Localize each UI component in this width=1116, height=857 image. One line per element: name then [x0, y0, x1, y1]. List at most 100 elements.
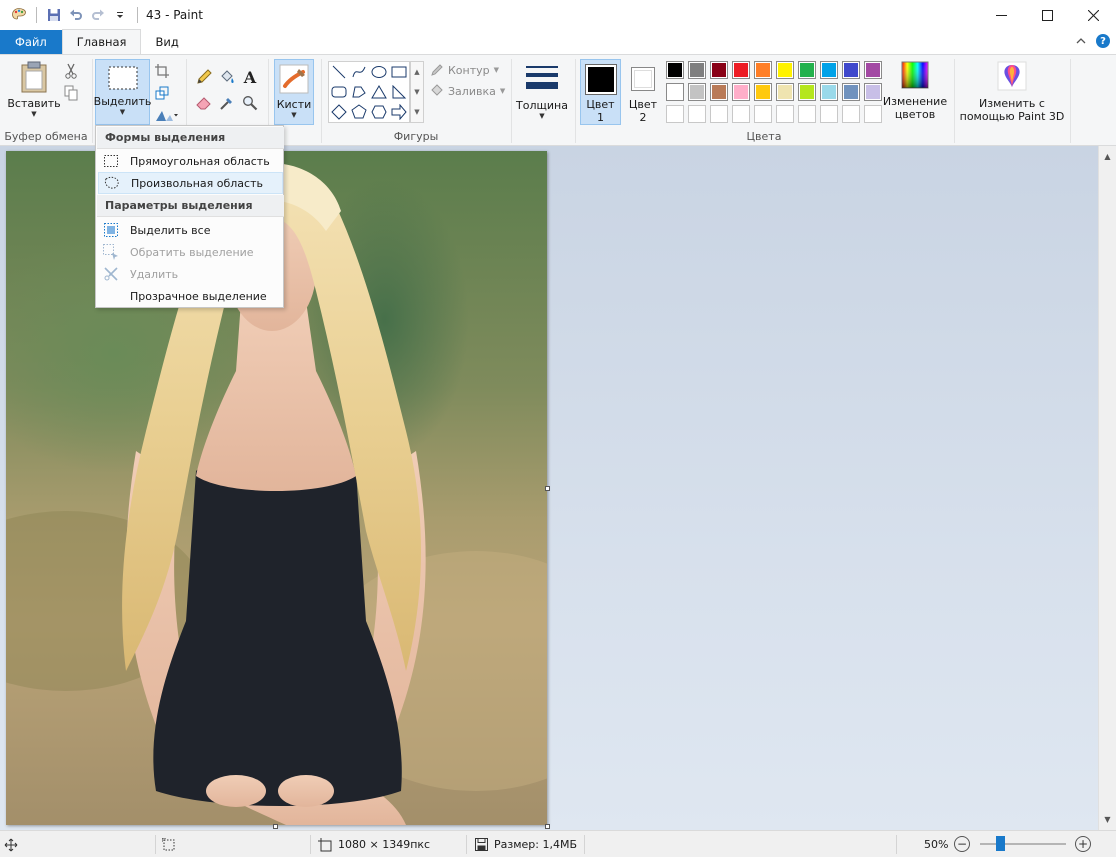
scroll-up-arrow-icon[interactable]: ▲ — [1099, 148, 1116, 165]
palette-swatch[interactable] — [688, 61, 706, 79]
paste-button[interactable]: Вставить ▼ — [6, 61, 62, 125]
arrow-shape-icon[interactable] — [389, 102, 409, 122]
color2-number: 2 — [639, 111, 647, 124]
palette-custom-slot[interactable] — [842, 105, 860, 123]
resize-handle-right[interactable] — [545, 486, 550, 491]
menu-item-rect-selection[interactable]: Прямоугольная область — [98, 150, 283, 172]
zoom-out-button[interactable]: − — [954, 836, 970, 852]
primary-color-fill — [587, 67, 614, 92]
rectangle-shape-icon[interactable] — [389, 62, 409, 82]
tab-home[interactable]: Главная — [61, 29, 142, 54]
vertical-scrollbar[interactable]: ▲ ▼ — [1098, 146, 1116, 830]
triangle-shape-icon[interactable] — [369, 82, 389, 102]
fill-button[interactable]: Заливка ▼ — [430, 84, 505, 98]
palette-custom-slot[interactable] — [666, 105, 684, 123]
customize-qa-icon[interactable] — [109, 4, 131, 26]
palette-custom-slot[interactable] — [820, 105, 838, 123]
palette-swatch[interactable] — [864, 61, 882, 79]
palette-custom-slot[interactable] — [688, 105, 706, 123]
tab-file[interactable]: Файл — [0, 30, 62, 54]
crop-icon[interactable] — [152, 61, 172, 81]
palette-swatch[interactable] — [798, 83, 816, 101]
palette-custom-slot[interactable] — [710, 105, 728, 123]
copy-icon[interactable] — [61, 83, 81, 103]
color1-button[interactable]: Цвет 1 — [580, 59, 621, 125]
palette-swatch[interactable] — [842, 61, 860, 79]
text-tool-icon[interactable]: A — [240, 67, 260, 87]
select-button[interactable]: Выделить ▼ — [94, 59, 151, 125]
palette-swatch[interactable] — [688, 83, 706, 101]
palette-swatch[interactable] — [732, 83, 750, 101]
menu-item-transparent-selection[interactable]: Прозрачное выделение — [98, 285, 283, 307]
brushes-button[interactable]: Кисти ▼ — [274, 59, 314, 125]
palette-swatch[interactable] — [710, 83, 728, 101]
hexagon-shape-icon[interactable] — [369, 102, 389, 122]
resize-icon[interactable] — [152, 83, 172, 103]
redo-icon[interactable] — [87, 4, 109, 26]
palette-swatch[interactable] — [754, 61, 772, 79]
rotate-icon[interactable] — [152, 105, 180, 125]
zoom-slider-track[interactable] — [980, 843, 1066, 845]
save-icon[interactable] — [43, 4, 65, 26]
curve-shape-icon[interactable] — [349, 62, 369, 82]
oval-shape-icon[interactable] — [369, 62, 389, 82]
polygon-shape-icon[interactable] — [349, 82, 369, 102]
magnifier-icon[interactable] — [240, 93, 260, 113]
tab-view[interactable]: Вид — [141, 30, 192, 54]
palette-custom-slot[interactable] — [798, 105, 816, 123]
palette-swatch[interactable] — [666, 61, 684, 79]
shapes-gallery-scroll[interactable]: ▲ ▼ ▼ — [410, 61, 424, 123]
help-icon[interactable]: ? — [1096, 34, 1110, 48]
zoom-in-button[interactable]: + — [1075, 836, 1091, 852]
scroll-up-icon[interactable]: ▲ — [414, 68, 419, 76]
color2-button[interactable]: Цвет 2 — [624, 59, 662, 125]
palette-custom-slot[interactable] — [776, 105, 794, 123]
scroll-down-arrow-icon[interactable]: ▼ — [1099, 811, 1116, 828]
right-triangle-shape-icon[interactable] — [389, 82, 409, 102]
palette-swatch[interactable] — [776, 83, 794, 101]
paint-app-icon[interactable] — [8, 4, 30, 26]
palette-swatch[interactable] — [798, 61, 816, 79]
line-shape-icon[interactable] — [329, 62, 349, 82]
palette-custom-slot[interactable] — [732, 105, 750, 123]
resize-handle-corner[interactable] — [545, 824, 550, 829]
palette-swatch[interactable] — [842, 83, 860, 101]
palette-swatch[interactable] — [864, 83, 882, 101]
palette-swatch[interactable] — [666, 83, 684, 101]
menu-item-invert-selection[interactable]: Обратить выделение — [98, 241, 283, 263]
palette-custom-slot[interactable] — [864, 105, 882, 123]
palette-swatch[interactable] — [732, 61, 750, 79]
palette-swatch[interactable] — [754, 83, 772, 101]
menu-item-delete-selection[interactable]: Удалить — [98, 263, 283, 285]
brushes-caret-icon: ▼ — [291, 111, 297, 119]
fill-bucket-icon[interactable] — [217, 67, 237, 87]
palette-swatch[interactable] — [710, 61, 728, 79]
color-picker-icon[interactable] — [217, 93, 237, 113]
size-button[interactable]: Толщина ▼ — [514, 61, 570, 125]
palette-swatch[interactable] — [776, 61, 794, 79]
rounded-rect-shape-icon[interactable] — [329, 82, 349, 102]
palette-swatch[interactable] — [820, 83, 838, 101]
diamond-shape-icon[interactable] — [329, 102, 349, 122]
menu-item-free-selection[interactable]: Произвольная область — [98, 172, 283, 194]
palette-swatch[interactable] — [820, 61, 838, 79]
cursor-position — [4, 831, 18, 857]
eraser-icon[interactable] — [194, 93, 214, 113]
collapse-ribbon-icon[interactable] — [1076, 37, 1086, 45]
minimize-button[interactable] — [978, 0, 1024, 30]
pentagon-shape-icon[interactable] — [349, 102, 369, 122]
resize-handle-bottom[interactable] — [273, 824, 278, 829]
close-button[interactable] — [1070, 0, 1116, 30]
pencil-icon[interactable] — [194, 67, 214, 87]
cut-icon[interactable] — [61, 61, 81, 81]
undo-icon[interactable] — [65, 4, 87, 26]
gallery-more-icon[interactable]: ▼ — [414, 108, 419, 116]
zoom-slider-thumb[interactable] — [996, 836, 1005, 851]
scroll-down-icon[interactable]: ▼ — [414, 88, 419, 96]
outline-button[interactable]: Контур ▼ — [430, 63, 499, 77]
palette-custom-slot[interactable] — [754, 105, 772, 123]
paint3d-button[interactable]: Изменить с помощью Paint 3D — [958, 61, 1066, 125]
menu-item-select-all[interactable]: Выделить все — [98, 219, 283, 241]
edit-colors-button[interactable]: Изменение цветов — [883, 61, 947, 125]
maximize-button[interactable] — [1024, 0, 1070, 30]
